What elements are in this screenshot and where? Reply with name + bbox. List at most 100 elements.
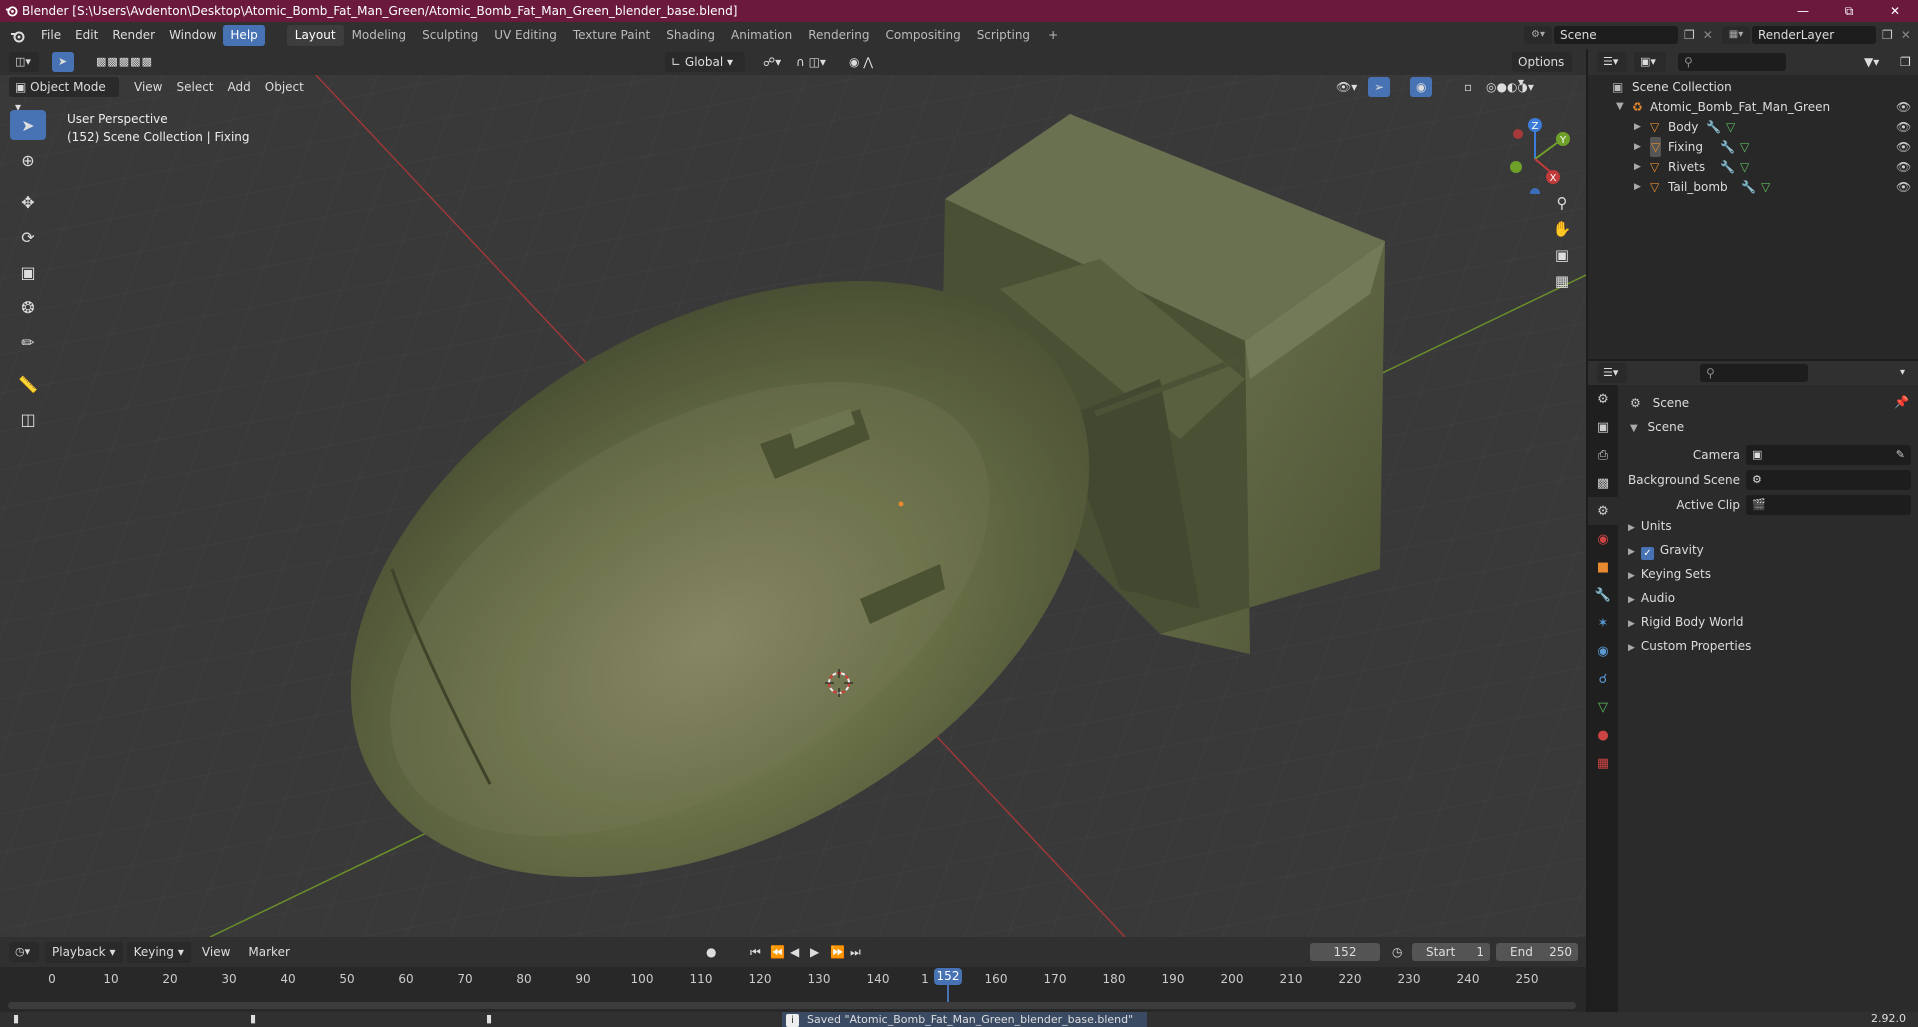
outliner-collection-row[interactable]: ▼ ♻ Atomic_Bomb_Fat_Man_Green 👁	[1588, 97, 1918, 117]
modifier-wrench-icon[interactable]: 🔧	[1720, 157, 1735, 177]
tab-modeling[interactable]: Modeling	[344, 25, 415, 46]
tab-compositing[interactable]: Compositing	[877, 25, 968, 46]
delete-renderlayer-icon[interactable]: ✕	[1901, 28, 1911, 42]
tool-annotate[interactable]: ✏	[10, 327, 46, 357]
camera-field[interactable]: ▣ ✎	[1746, 445, 1911, 465]
subpanel-custom-properties[interactable]: ▶ Custom Properties	[1628, 636, 1913, 656]
new-collection-icon[interactable]: ❐	[1894, 52, 1917, 72]
subpanel-rigid-body-world[interactable]: ▶ Rigid Body World	[1628, 612, 1913, 632]
viewport-menu-object[interactable]: Object	[258, 77, 311, 98]
visibility-eye-icon[interactable]: 👁	[1896, 117, 1911, 137]
tab-render[interactable]: ▣	[1588, 413, 1618, 441]
gizmo-toggle-icon[interactable]: ➢	[1368, 77, 1391, 97]
viewport-menu-add[interactable]: Add	[221, 77, 258, 98]
end-frame-field[interactable]: End 250	[1496, 943, 1578, 961]
start-frame-field[interactable]: Start 1	[1412, 943, 1490, 961]
tool-move[interactable]: ✥	[10, 187, 46, 217]
expand-arrow-icon[interactable]: ▶	[1634, 117, 1641, 137]
tab-object[interactable]: ■	[1588, 553, 1618, 581]
preview-range-icon[interactable]: ◷	[1386, 942, 1408, 962]
tab-texture-paint[interactable]: Texture Paint	[565, 25, 658, 46]
outliner-search-input[interactable]: ⚲	[1678, 53, 1786, 71]
tab-uv-editing[interactable]: UV Editing	[486, 25, 565, 46]
timeline-editor-type[interactable]: ◷▾	[9, 942, 39, 962]
expand-arrow-icon[interactable]: ▶	[1634, 137, 1641, 157]
subpanel-gravity[interactable]: ▶ ✓ Gravity	[1628, 540, 1913, 560]
tab-animation[interactable]: Animation	[723, 25, 800, 46]
subpanel-units[interactable]: ▶ Units	[1628, 516, 1913, 536]
tool-transform[interactable]: ❂	[10, 292, 46, 322]
add-workspace-button[interactable]: +	[1040, 25, 1066, 46]
visibility-eye-icon[interactable]: 👁	[1896, 177, 1911, 197]
select-mode-icon[interactable]: ➤	[52, 52, 74, 72]
mesh-data-icon[interactable]: ▽	[1740, 157, 1749, 177]
active-clip-field[interactable]: 🎬	[1746, 495, 1911, 515]
navigation-gizmo[interactable]: Z Y X	[1495, 114, 1575, 194]
tab-constraints[interactable]: ☌	[1588, 665, 1618, 693]
viewport-menu-view[interactable]: View	[127, 77, 169, 98]
pan-hand-icon[interactable]: ✋	[1553, 220, 1572, 238]
close-window-button[interactable]: ✕	[1872, 0, 1918, 22]
outliner-object-row[interactable]: ▶ ▽ Tail_bomb 🔧 ▽ 👁	[1588, 177, 1918, 197]
menu-render[interactable]: Render	[105, 25, 162, 46]
scene-panel-header[interactable]: ▼ Scene	[1630, 417, 1684, 437]
editor-type-button[interactable]: ◫▾	[9, 52, 39, 72]
outliner-editor-type[interactable]: ☰▾	[1597, 52, 1627, 72]
shading-modes-icon[interactable]: ◎●◐◑▾	[1480, 77, 1540, 97]
subpanel-audio[interactable]: ▶ Audio	[1628, 588, 1913, 608]
subpanel-keying-sets[interactable]: ▶ Keying Sets	[1628, 564, 1913, 584]
timeline-menu-view[interactable]: View	[195, 942, 237, 963]
tab-sculpting[interactable]: Sculpting	[414, 25, 486, 46]
tab-scripting[interactable]: Scripting	[969, 25, 1038, 46]
eyedropper-icon[interactable]: ✎	[1896, 445, 1905, 465]
tab-world[interactable]: ◉	[1588, 525, 1618, 553]
outliner-object-row[interactable]: ▶ ▽ Body 🔧 ▽ 👁	[1588, 117, 1918, 137]
maximize-button[interactable]: ⧉	[1826, 0, 1872, 22]
menu-edit[interactable]: Edit	[68, 25, 105, 46]
properties-search-input[interactable]: ⚲	[1700, 364, 1808, 382]
ortho-grid-icon[interactable]: ▦	[1555, 272, 1569, 290]
delete-scene-icon[interactable]: ✕	[1703, 28, 1713, 42]
tab-modifier[interactable]: 🔧	[1588, 581, 1618, 609]
tab-particles[interactable]: ✶	[1588, 609, 1618, 637]
play-icon[interactable]: ▶	[804, 942, 825, 962]
tab-tool[interactable]: ⚙	[1588, 385, 1618, 413]
proportional-editing-icon[interactable]: ◉ ⋀	[843, 52, 879, 72]
mesh-data-icon[interactable]: ▽	[1726, 117, 1735, 137]
tab-texture[interactable]: ▦	[1588, 749, 1618, 777]
pivot-point-icon[interactable]: ☍▾	[757, 52, 787, 72]
xray-icon[interactable]: ▫	[1458, 77, 1478, 97]
zoom-icon[interactable]: ⚲	[1557, 194, 1568, 212]
minimize-button[interactable]: —	[1780, 0, 1826, 22]
snap-icon[interactable]: ∩ ◫▾	[790, 52, 832, 72]
play-reverse-icon[interactable]: ◀	[784, 942, 805, 962]
new-scene-icon[interactable]: ❐	[1684, 28, 1695, 42]
mesh-data-icon[interactable]: ▽	[1761, 177, 1770, 197]
tool-rotate[interactable]: ⟳	[10, 222, 46, 252]
timeline-menu-playback[interactable]: Playback ▾	[45, 942, 123, 963]
new-renderlayer-icon[interactable]: ❐	[1882, 28, 1893, 42]
display-mode-dropdown[interactable]: ▣▾	[1634, 52, 1666, 72]
tab-rendering[interactable]: Rendering	[800, 25, 877, 46]
modifier-wrench-icon[interactable]: 🔧	[1741, 177, 1756, 197]
tool-scale[interactable]: ▣	[10, 257, 46, 287]
options-dropdown[interactable]: Options ▾	[1512, 52, 1572, 89]
scene-type-icon[interactable]: ⚙▾	[1524, 26, 1552, 44]
modifier-wrench-icon[interactable]: 🔧	[1720, 137, 1735, 157]
visibility-eye-icon[interactable]: 👁	[1896, 157, 1911, 177]
properties-editor-type[interactable]: ☰▾	[1597, 363, 1627, 383]
filter-icon[interactable]: ▼▾	[1858, 52, 1885, 72]
tab-view-layer[interactable]: ▩	[1588, 469, 1618, 497]
outliner-scene-collection[interactable]: ▣ Scene Collection	[1588, 77, 1918, 97]
gravity-checkbox[interactable]: ✓	[1640, 547, 1654, 560]
visibility-eye-icon[interactable]: 👁	[1896, 137, 1911, 157]
current-frame-field[interactable]: 152	[1310, 943, 1380, 961]
timeline-menu-marker[interactable]: Marker	[241, 942, 296, 963]
tool-cursor[interactable]: ⊕	[10, 145, 46, 175]
blender-menu-icon[interactable]	[10, 29, 26, 43]
menu-window[interactable]: Window	[162, 25, 223, 46]
overlay-toggle-icon[interactable]: ◉	[1410, 77, 1433, 97]
scene-selector-field[interactable]: Scene	[1554, 26, 1678, 44]
record-keyframe-icon[interactable]: ●	[700, 942, 722, 962]
mesh-data-icon[interactable]: ▽	[1740, 137, 1749, 157]
